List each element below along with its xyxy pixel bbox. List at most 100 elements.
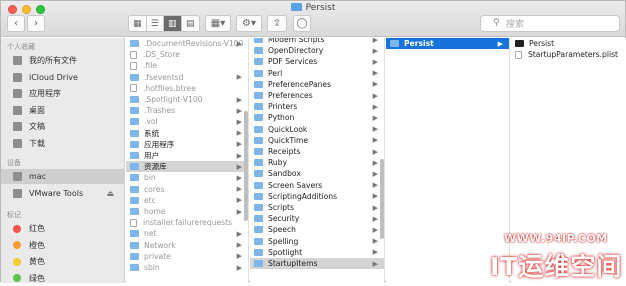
disclosure-arrow-icon: ▶ <box>372 225 378 234</box>
sidebar-item[interactable]: iCloud Drive <box>1 70 124 85</box>
chevron-right-icon: › <box>34 18 38 29</box>
file-row[interactable]: 系统 ▶ <box>126 128 248 139</box>
file-row[interactable]: .vol ▶ <box>126 116 248 127</box>
eject-icon[interactable]: ⏏ <box>106 189 114 198</box>
sidebar-device[interactable]: mac <box>1 169 124 184</box>
file-row-label: Modem Scripts <box>268 38 325 44</box>
file-row[interactable]: 用户 ▶ <box>126 150 248 161</box>
sidebar-item[interactable]: 我的所有文件 <box>1 53 124 68</box>
file-row[interactable]: Receipts ▶ <box>250 146 384 157</box>
list-view-icon[interactable]: ☰ <box>147 16 164 31</box>
file-row[interactable]: QuickTime ▶ <box>250 135 384 146</box>
file-row[interactable]: Preferences ▶ <box>250 90 384 101</box>
disclosure-arrow-icon: ▶ <box>372 91 378 100</box>
column-library[interactable]: Modem Scripts ▶ OpenDirectory ▶ PDF Services… <box>250 38 385 283</box>
file-row[interactable]: Screen Savers ▶ <box>250 180 384 191</box>
file-row-label: sbin <box>144 263 160 272</box>
file-row[interactable]: QuickLook ▶ <box>250 124 384 135</box>
arrange-button[interactable]: ▦▾ <box>205 15 231 32</box>
sidebar-tag[interactable]: 橙色 <box>1 238 124 253</box>
tag-color-icon <box>13 241 21 249</box>
file-row[interactable]: ScriptingAdditions ▶ <box>250 191 384 202</box>
tag-button[interactable]: ◯ <box>293 15 311 32</box>
forward-button[interactable]: › <box>27 15 45 32</box>
file-row-label: .vol <box>144 117 158 127</box>
disclosure-arrow-icon: ▶ <box>236 173 242 182</box>
file-row[interactable]: .DocumentRevisions-V100 ▶ <box>126 38 248 49</box>
sidebar-tag[interactable]: 绿色 <box>1 271 124 286</box>
disclosure-arrow-icon: ▶ <box>236 229 242 238</box>
file-row[interactable]: OpenDirectory ▶ <box>250 45 384 56</box>
file-row-label: Preferences <box>268 91 313 100</box>
column-view-icon[interactable]: ▥ <box>164 16 182 31</box>
file-row[interactable]: private ▶ <box>126 251 248 262</box>
file-row[interactable]: StartupParameters.plist <box>511 49 626 60</box>
sidebar-item[interactable]: 下载 <box>1 136 124 151</box>
folder-icon <box>254 103 263 111</box>
executable-icon <box>515 40 524 47</box>
sidebar-item[interactable]: 文稿 <box>1 119 124 134</box>
file-row[interactable]: Spelling ▶ <box>250 236 384 247</box>
sidebar-tag[interactable]: 红色 <box>1 221 124 236</box>
file-row[interactable]: Spotlight ▶ <box>250 247 384 258</box>
favorites-header: 个人收藏 <box>7 43 35 51</box>
file-row[interactable]: Perl ▶ <box>250 68 384 79</box>
action-button[interactable]: ⚙▾ <box>236 15 262 32</box>
column-library-scrollbar[interactable] <box>380 159 384 239</box>
file-row[interactable]: net ▶ <box>126 228 248 239</box>
file-row[interactable]: .fseventsd ▶ <box>126 72 248 83</box>
sidebar-device[interactable]: VMware Tools ⏏ <box>1 186 124 201</box>
gear-icon: ⚙▾ <box>242 18 256 29</box>
file-row[interactable]: Network ▶ <box>126 240 248 251</box>
file-row[interactable]: PDF Services ▶ <box>250 56 384 67</box>
file-row[interactable]: Modem Scripts ▶ <box>250 38 384 45</box>
file-row-label: .Spotlight-V100 <box>144 95 203 104</box>
file-row[interactable]: bin ▶ <box>126 172 248 183</box>
file-row[interactable]: Python ▶ <box>250 112 384 123</box>
column-root-scrollbar[interactable] <box>244 111 248 221</box>
file-row[interactable]: etc ▶ <box>126 195 248 206</box>
file-icon <box>515 50 522 59</box>
file-row[interactable]: .Spotlight-V100 ▶ <box>126 94 248 105</box>
view-mode-control[interactable]: ▦ ☰ ▥ ▤ <box>128 15 200 32</box>
file-row-label: cores <box>144 184 165 194</box>
file-row[interactable]: Persist <box>511 38 626 49</box>
file-row[interactable]: Sandbox ▶ <box>250 168 384 179</box>
file-row-label: Scripts <box>268 203 294 212</box>
file-row[interactable]: Speech ▶ <box>250 224 384 235</box>
file-row[interactable]: Ruby ▶ <box>250 157 384 168</box>
file-row[interactable]: sbin ▶ <box>126 262 248 273</box>
file-row[interactable]: .file <box>126 60 248 71</box>
sidebar-tag[interactable]: 黄色 <box>1 254 124 269</box>
file-row[interactable]: StartupItems ▶ <box>250 258 384 269</box>
sidebar-item[interactable]: 应用程序 <box>1 86 124 101</box>
disclosure-arrow-icon: ▶ <box>236 151 242 160</box>
icon-view-icon[interactable]: ▦ <box>129 16 147 31</box>
file-row[interactable]: PreferencePanes ▶ <box>250 79 384 90</box>
column-root[interactable]: .DocumentRevisions-V100 ▶ .DS_Store .file .f… <box>126 38 249 283</box>
file-row[interactable]: Persist ▶ <box>386 38 509 49</box>
sidebar-item[interactable]: 桌面 <box>1 103 124 118</box>
cover-flow-icon[interactable]: ▤ <box>182 16 199 31</box>
file-row[interactable]: 资源库 ▶ <box>126 161 248 173</box>
file-row[interactable]: installer.failurerequests <box>126 217 248 228</box>
search-field[interactable]: ⚲ 搜索 <box>480 15 620 32</box>
folder-icon <box>254 136 263 144</box>
file-row[interactable]: 应用程序 ▶ <box>126 139 248 150</box>
folder-icon <box>130 208 139 215</box>
file-row[interactable]: Scripts ▶ <box>250 202 384 213</box>
file-row[interactable]: cores ▶ <box>126 184 248 195</box>
file-row[interactable]: .DS_Store <box>126 49 248 60</box>
back-button[interactable]: ‹ <box>7 15 25 32</box>
folder-icon <box>254 148 263 155</box>
sidebar-tag-label: 红色 <box>29 224 45 233</box>
disclosure-arrow-icon: ▶ <box>236 196 242 205</box>
share-button[interactable]: ⇪ <box>267 15 287 32</box>
file-row[interactable]: Printers ▶ <box>250 101 384 112</box>
tag-color-icon <box>13 257 21 266</box>
file-row[interactable]: .Trashes ▶ <box>126 105 248 116</box>
file-row[interactable]: Security ▶ <box>250 213 384 224</box>
file-row[interactable]: home ▶ <box>126 206 248 217</box>
file-row[interactable]: .hotfiles.btree <box>126 83 248 94</box>
file-row-label: .DS_Store <box>143 50 180 60</box>
